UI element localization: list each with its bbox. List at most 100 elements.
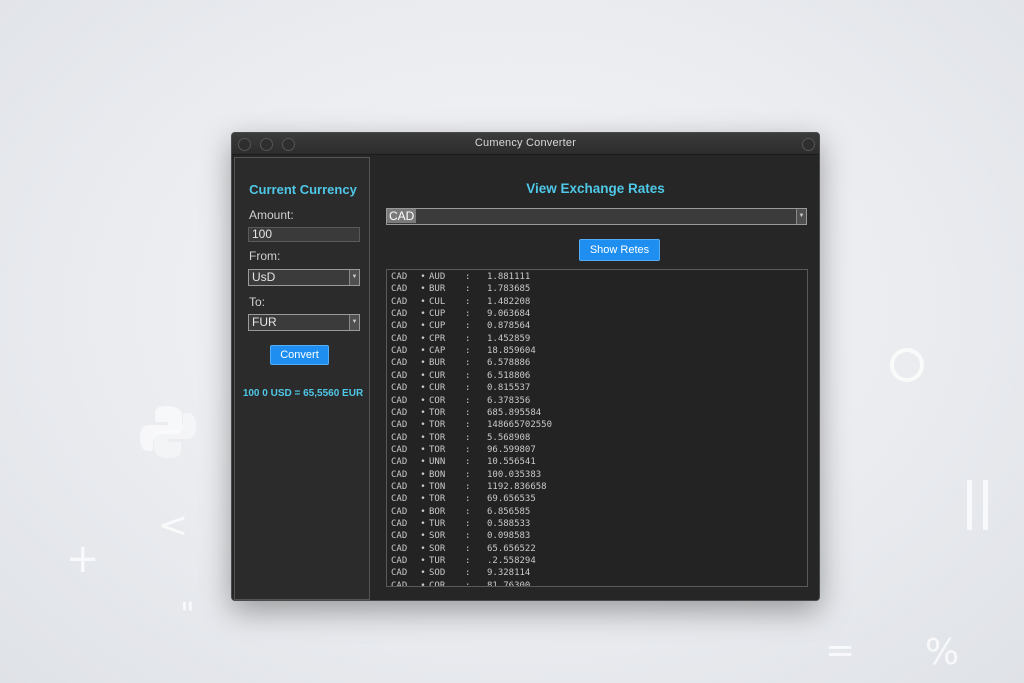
rate-quote-currency: TOR	[429, 420, 446, 431]
rate-quote-currency: TOR	[429, 432, 446, 443]
rates-list[interactable]: CAD • AUD:1.881111 CAD • BUR:1.783685 CAD • CUL:…	[386, 269, 808, 587]
rate-value: 1192.836658	[487, 481, 547, 492]
rate-base-currency: CAD	[391, 296, 408, 307]
rate-row: CAD • CUP: 0.878564	[391, 320, 587, 332]
base-currency-select[interactable]: CAD ▼	[386, 208, 807, 225]
chevron-down-icon[interactable]: ▼	[349, 270, 359, 285]
circle-button-icon[interactable]	[802, 138, 815, 151]
rate-row: CAD • BOR: 6.856585	[391, 506, 587, 518]
rate-quote-currency: TUR	[429, 556, 446, 567]
rate-row: CAD • TOR: 685.895584	[391, 407, 587, 419]
rate-value: 1.881111	[487, 272, 531, 282]
rate-colon: :	[465, 309, 471, 320]
rate-base-currency: CAD	[391, 309, 408, 320]
rate-separator: •	[420, 432, 426, 443]
conversion-result: 100 0 USD = 65,5560 EUR	[242, 388, 364, 399]
rate-colon: :	[465, 481, 471, 492]
rate-separator: •	[420, 395, 426, 406]
rate-base-currency: CAD	[391, 284, 408, 295]
rate-row: CAD • TUR: .2.558294	[391, 555, 587, 567]
rate-separator: •	[420, 506, 426, 517]
rate-quote-currency: BOR	[429, 506, 446, 517]
rate-quote-currency: TOR	[429, 494, 446, 505]
pause-bars-icon	[965, 480, 995, 530]
rate-separator: •	[420, 543, 426, 554]
rate-value: 685.895584	[487, 407, 542, 418]
rate-colon: :	[465, 383, 471, 394]
rate-base-currency: CAD	[391, 568, 408, 579]
rate-separator: •	[420, 444, 426, 455]
rate-quote-currency: CUR	[429, 383, 446, 394]
rate-value: 9.063684	[487, 309, 531, 320]
rate-base-currency: CAD	[391, 395, 408, 406]
rate-separator: •	[420, 531, 426, 542]
app-window: Cumency Converter Current Currency Amoun…	[231, 132, 820, 601]
rate-colon: :	[465, 568, 471, 579]
rate-value: 9.328114	[487, 568, 531, 579]
chevron-down-icon[interactable]: ▼	[349, 315, 359, 330]
from-currency-value: UsD	[252, 270, 276, 284]
equals-icon: =	[825, 630, 856, 671]
rate-row: CAD • SOR: 65.656522	[391, 543, 587, 555]
rate-quote-currency: CUP	[429, 321, 446, 332]
rate-separator: •	[420, 469, 426, 480]
rate-colon: :	[465, 358, 471, 369]
rate-base-currency: CAD	[391, 519, 408, 529]
rate-value: 6.378356	[487, 395, 531, 406]
rate-colon: :	[465, 407, 471, 418]
rate-value: 0.878564	[487, 321, 531, 332]
rate-value: 6.518806	[487, 370, 531, 381]
rate-separator: •	[420, 519, 426, 529]
rate-base-currency: CAD	[391, 358, 408, 369]
rate-colon: :	[465, 296, 471, 307]
rate-value: 81.76300	[487, 580, 531, 587]
rate-colon: :	[465, 321, 471, 332]
to-label: To:	[249, 295, 266, 309]
title-bar[interactable]: Cumency Converter	[232, 133, 819, 155]
rate-quote-currency: BUR	[429, 358, 446, 369]
rate-separator: •	[420, 333, 426, 344]
rate-colon: :	[465, 333, 471, 344]
rate-row: CAD • TOR: 96.599807	[391, 444, 587, 456]
exchange-rates-heading: View Exchange Rates	[526, 181, 665, 196]
rate-quote-currency: CUL	[429, 296, 446, 307]
rate-colon: :	[465, 420, 471, 431]
rate-separator: •	[420, 358, 426, 369]
show-rates-button[interactable]: Show Retes	[579, 239, 660, 261]
to-currency-select[interactable]: FUR ▼	[248, 314, 360, 331]
rate-separator: •	[420, 568, 426, 579]
rate-base-currency: CAD	[391, 346, 408, 357]
rate-value: 1.452859	[487, 333, 531, 344]
rate-row: CAD • UNN: 10.556541	[391, 456, 587, 468]
rate-colon: :	[465, 346, 471, 357]
convert-button[interactable]: Convert	[270, 345, 329, 365]
rate-colon: :	[465, 432, 471, 443]
rate-separator: •	[420, 309, 426, 320]
rate-separator: •	[420, 457, 426, 468]
from-currency-select[interactable]: UsD ▼	[248, 269, 360, 286]
quote-icon: "	[180, 595, 195, 633]
rate-row: CAD • CPR: 1.452859	[391, 333, 587, 345]
from-label: From:	[249, 249, 281, 263]
rate-base-currency: CAD	[391, 556, 408, 567]
rate-quote-currency: COR	[429, 580, 446, 587]
rate-row: CAD • CUL: 1.482208	[391, 296, 587, 308]
rate-row: CAD • COR: 81.76300	[391, 580, 587, 587]
amount-input[interactable]: 100	[248, 227, 360, 242]
rate-value: .2.558294	[487, 556, 536, 567]
rate-quote-currency: CAP	[429, 346, 446, 357]
rate-separator: •	[420, 481, 426, 492]
rate-value: 69.656535	[487, 494, 536, 505]
rate-separator: •	[420, 284, 426, 295]
rate-colon: :	[465, 506, 471, 517]
rate-value: 6.856585	[487, 506, 531, 517]
rate-value: 65.656522	[487, 543, 536, 554]
rate-quote-currency: BUR	[429, 284, 446, 295]
rate-colon: :	[465, 580, 471, 587]
base-currency-value: CAD	[387, 209, 417, 223]
rate-colon: :	[465, 272, 471, 282]
rate-quote-currency: TUR	[429, 519, 446, 529]
rate-value: 0.098583	[487, 531, 531, 542]
chevron-down-icon[interactable]: ▼	[796, 209, 806, 224]
rate-quote-currency: BON	[429, 469, 446, 480]
